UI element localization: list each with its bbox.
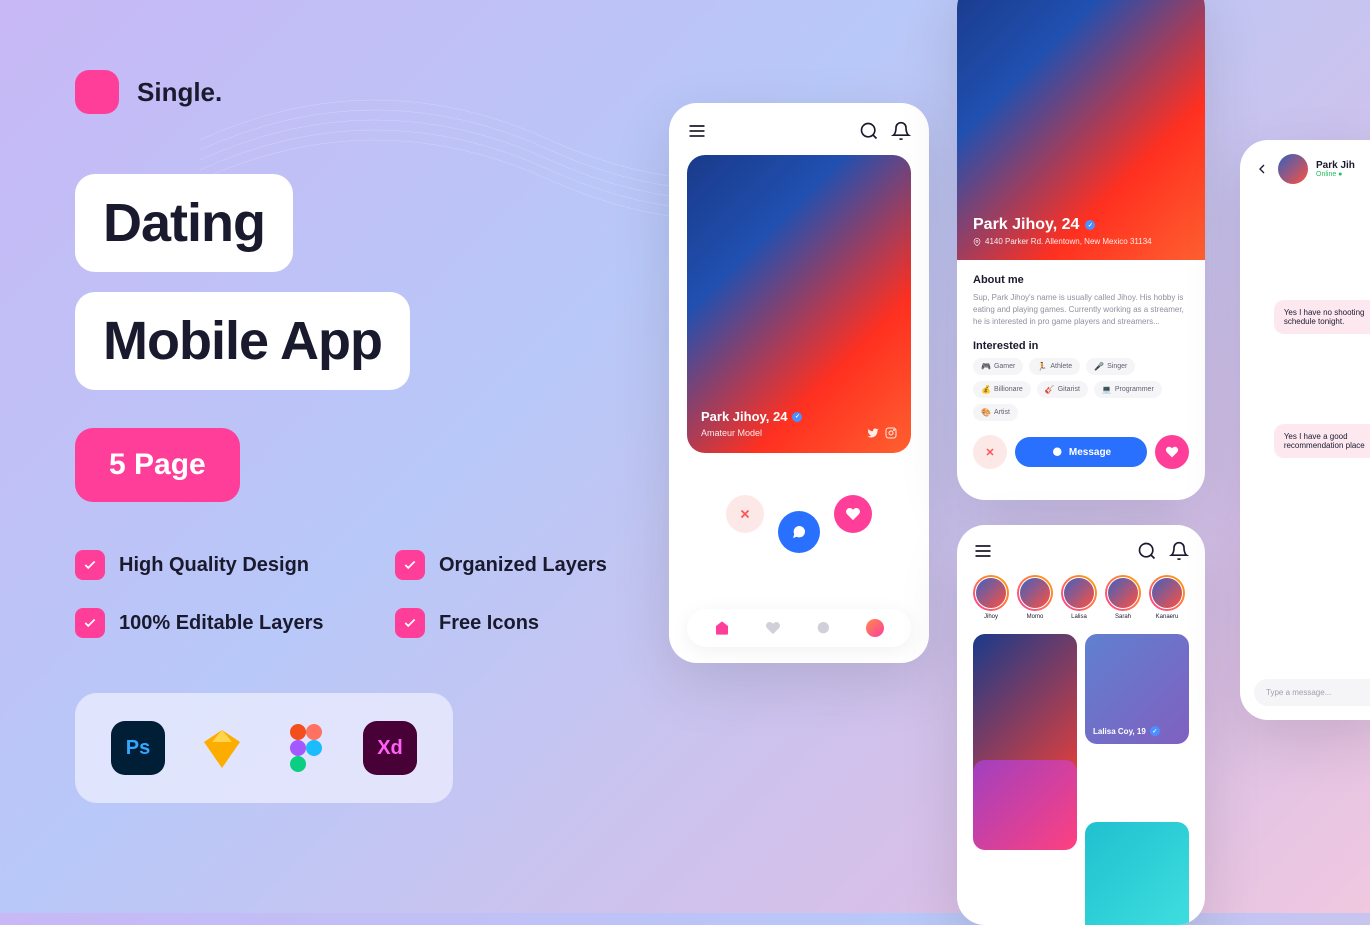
check-icon <box>75 608 105 638</box>
feature-item: Organized Layers <box>395 550 655 580</box>
profile-name: Park Jihoy, 24✓ <box>973 216 1152 234</box>
sketch-icon <box>195 721 249 775</box>
about-text: Sup, Park Jihoy's name is usually called… <box>973 292 1189 328</box>
bottom-nav <box>687 609 911 647</box>
message-icon <box>1051 446 1063 458</box>
app-header <box>973 541 1189 561</box>
tag-gitarist[interactable]: 🎸Gitarist <box>1037 381 1088 398</box>
grid-card[interactable] <box>1085 822 1189 925</box>
grid-card[interactable] <box>973 760 1077 850</box>
verified-icon: ✓ <box>1085 220 1095 230</box>
verified-icon: ✓ <box>1150 726 1160 736</box>
feature-item: Free Icons <box>395 608 655 638</box>
tag-artist[interactable]: 🎨Artist <box>973 404 1018 421</box>
story-list: Jihoy Momo Lalisa Sarah Kanaeru Kot <box>973 575 1189 620</box>
bell-icon[interactable] <box>891 121 911 141</box>
title-line-1: Dating <box>75 174 293 272</box>
swipe-actions <box>687 475 911 553</box>
adobe-xd-icon: Xd <box>363 721 417 775</box>
profile-hero-image: Park Jihoy, 24✓ 4140 Parker Rd. Allentow… <box>957 0 1205 260</box>
story-item[interactable]: Jihoy <box>973 575 1009 620</box>
check-icon <box>395 608 425 638</box>
brand: Single. <box>75 70 635 114</box>
app-header <box>687 121 911 141</box>
search-icon[interactable] <box>1137 541 1157 561</box>
search-icon[interactable] <box>859 121 879 141</box>
mockup-chat-screen: Park Jih Online ● Yes I have no shooting… <box>1240 140 1370 720</box>
nav-home-icon[interactable] <box>714 620 730 636</box>
tag-athlete[interactable]: 🏃Athlete <box>1029 358 1080 375</box>
profile-card[interactable]: Park Jihoy, 24✓ Amateur Model <box>687 155 911 453</box>
story-item[interactable]: Lalisa <box>1061 575 1097 620</box>
like-button[interactable] <box>1155 435 1189 469</box>
mockup-swipe-screen: Park Jihoy, 24✓ Amateur Model <box>669 103 929 663</box>
brand-logo-icon <box>75 70 119 114</box>
nav-chat-icon[interactable] <box>815 620 831 636</box>
chat-input[interactable]: Type a message... <box>1254 679 1370 706</box>
story-item[interactable]: Sarah <box>1105 575 1141 620</box>
profile-location: 4140 Parker Rd. Allentown, New Mexico 31… <box>973 237 1152 246</box>
brand-name: Single. <box>137 77 222 108</box>
check-icon <box>75 550 105 580</box>
nav-heart-icon[interactable] <box>765 620 781 636</box>
instagram-icon[interactable] <box>885 427 897 439</box>
tag-gamer[interactable]: 🎮Gamer <box>973 358 1023 375</box>
page-count-badge: 5 Page <box>75 428 240 502</box>
reject-button[interactable] <box>726 495 764 533</box>
bell-icon[interactable] <box>1169 541 1189 561</box>
check-icon <box>395 550 425 580</box>
verified-icon: ✓ <box>792 412 802 422</box>
reject-button[interactable] <box>973 435 1007 469</box>
chat-user-status: Online ● <box>1316 171 1355 178</box>
avatar[interactable] <box>1278 154 1308 184</box>
interests-heading: Interested in <box>973 340 1189 352</box>
message-button[interactable]: Message <box>1015 437 1147 467</box>
profile-subtitle: Amateur Model <box>701 428 762 438</box>
photoshop-icon: Ps <box>111 721 165 775</box>
back-icon[interactable] <box>1254 161 1270 177</box>
profile-name: Park Jihoy, 24✓ <box>701 409 897 424</box>
feature-list: High Quality Design Organized Layers 100… <box>75 550 635 638</box>
supported-tools: Ps Xd <box>75 693 453 803</box>
story-item[interactable]: Kanaeru <box>1149 575 1185 620</box>
chat-bubble-outgoing: Yes I have a good recommendation place <box>1274 424 1370 458</box>
about-heading: About me <box>973 274 1189 286</box>
like-button[interactable] <box>834 495 872 533</box>
nav-profile-icon[interactable] <box>866 619 884 637</box>
story-item[interactable]: Momo <box>1017 575 1053 620</box>
feature-item: High Quality Design <box>75 550 335 580</box>
tag-singer[interactable]: 🎤Singer <box>1086 358 1135 375</box>
location-icon <box>973 238 981 246</box>
chat-header: Park Jih Online ● <box>1254 154 1370 184</box>
menu-icon[interactable] <box>973 541 993 561</box>
menu-icon[interactable] <box>687 121 707 141</box>
tag-programmer[interactable]: 💻Programmer <box>1094 381 1162 398</box>
interest-tags: 🎮Gamer 🏃Athlete 🎤Singer 💰Billionare 🎸Git… <box>973 358 1189 421</box>
title-line-2: Mobile App <box>75 292 410 390</box>
mockup-discover-screen: Jihoy Momo Lalisa Sarah Kanaeru Kot Park… <box>957 525 1205 925</box>
tag-billionare[interactable]: 💰Billionare <box>973 381 1031 398</box>
marketing-panel: Single. Dating Mobile App 5 Page High Qu… <box>75 70 635 803</box>
mockup-profile-screen: Park Jihoy, 24✓ 4140 Parker Rd. Allentow… <box>957 0 1205 500</box>
chat-user-name: Park Jih <box>1316 160 1355 171</box>
feature-item: 100% Editable Layers <box>75 608 335 638</box>
discover-grid: Park Jihoy, 24✓ Lalisa Coy, 19✓ <box>973 634 1189 925</box>
twitter-icon[interactable] <box>867 427 879 439</box>
chat-bubble-outgoing: Yes I have no shooting schedule tonight. <box>1274 300 1370 334</box>
grid-card[interactable]: Lalisa Coy, 19✓ <box>1085 634 1189 744</box>
chat-button[interactable] <box>778 511 820 553</box>
figma-icon <box>279 721 333 775</box>
